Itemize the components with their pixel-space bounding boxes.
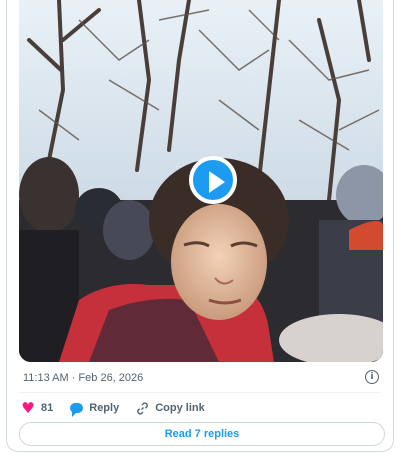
like-button[interactable]: ♥ 81 (21, 399, 54, 417)
divider (19, 392, 381, 393)
link-icon (135, 401, 149, 415)
reply-button[interactable]: Reply (69, 401, 120, 417)
like-count: 81 (41, 402, 54, 414)
tweet-timestamp[interactable]: 11:13 AM · Feb 26, 2026 (23, 372, 143, 384)
heart-icon: ♥ (21, 399, 35, 417)
read-replies-button[interactable]: Read 7 replies (19, 422, 385, 446)
copy-link-label: Copy link (155, 402, 205, 414)
copy-link-button[interactable]: Copy link (135, 401, 205, 415)
info-icon[interactable]: i (365, 370, 379, 384)
tweet-card: 11:13 AM · Feb 26, 2026 i ♥ 81 Reply Cop… (6, 0, 394, 452)
reply-label: Reply (89, 402, 120, 414)
play-icon[interactable] (189, 156, 237, 204)
action-bar: ♥ 81 Reply Copy link (21, 399, 221, 417)
speech-bubble-icon (69, 401, 83, 417)
video-player[interactable] (19, 0, 383, 362)
